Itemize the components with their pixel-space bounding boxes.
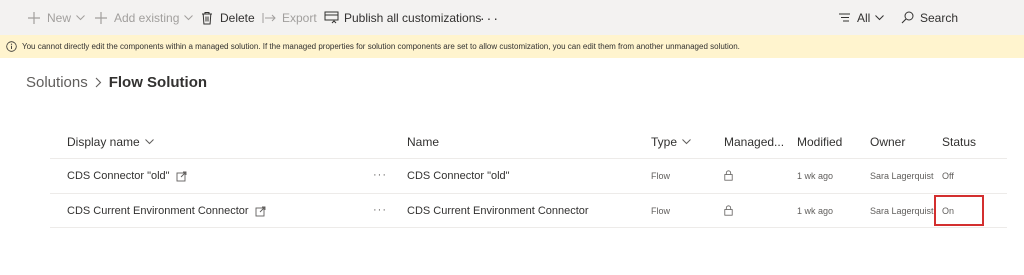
new-button[interactable]: New bbox=[26, 0, 85, 35]
more-commands-button[interactable]: ··· bbox=[480, 0, 500, 35]
row-divider bbox=[50, 227, 1007, 228]
column-header-name[interactable]: Name bbox=[407, 131, 439, 153]
export-arrow-icon bbox=[261, 10, 277, 26]
add-existing-button[interactable]: Add existing bbox=[93, 0, 194, 35]
row-more-button[interactable]: ··· bbox=[373, 204, 387, 216]
display-name-cell[interactable]: CDS Connector "old" bbox=[67, 167, 187, 185]
column-header-status[interactable]: Status bbox=[942, 131, 976, 153]
column-header-managed[interactable]: Managed... bbox=[724, 131, 784, 153]
name-cell: CDS Connector "old" bbox=[407, 170, 510, 182]
header-divider bbox=[50, 158, 1007, 159]
new-button-label: New bbox=[47, 10, 72, 25]
column-header-owner[interactable]: Owner bbox=[870, 131, 905, 153]
column-header-label: Type bbox=[651, 135, 678, 149]
banner-message: You cannot directly edit the components … bbox=[22, 42, 740, 51]
display-name-text: CDS Current Environment Connector bbox=[67, 205, 249, 217]
command-bar: New Add existing Delete Export Publish a… bbox=[0, 0, 1024, 35]
type-cell: Flow bbox=[651, 206, 671, 216]
chevron-down-icon bbox=[875, 14, 885, 21]
chevron-right-icon bbox=[95, 77, 102, 88]
delete-label: Delete bbox=[220, 10, 255, 25]
column-header-label: Name bbox=[407, 135, 440, 149]
column-header-label: Modified bbox=[797, 135, 843, 149]
search-placeholder: Search bbox=[920, 10, 959, 25]
modified-cell: 1 wk ago bbox=[797, 171, 834, 181]
display-name-cell[interactable]: CDS Current Environment Connector bbox=[67, 202, 266, 220]
status-cell: Off bbox=[942, 171, 954, 181]
search-icon bbox=[899, 10, 915, 26]
chevron-down-icon bbox=[682, 139, 691, 145]
column-header-label: Managed... bbox=[724, 135, 785, 149]
view-filter-button[interactable]: All bbox=[836, 0, 885, 35]
export-label: Export bbox=[282, 10, 317, 25]
chevron-down-icon bbox=[184, 14, 194, 21]
publish-label: Publish all customizations bbox=[344, 10, 482, 25]
managed-solution-banner: You cannot directly edit the components … bbox=[0, 35, 1024, 58]
publish-all-button[interactable]: Publish all customizations bbox=[323, 0, 481, 35]
breadcrumb-solutions-link[interactable]: Solutions bbox=[26, 74, 88, 91]
add-existing-label: Add existing bbox=[114, 10, 180, 25]
column-header-label: Status bbox=[942, 135, 977, 149]
view-filter-label: All bbox=[857, 10, 871, 25]
page-title: Flow Solution bbox=[108, 73, 208, 91]
modified-cell: 1 wk ago bbox=[797, 206, 834, 216]
external-link-icon[interactable] bbox=[176, 171, 187, 182]
export-button[interactable]: Export bbox=[261, 0, 317, 35]
breadcrumb: Solutions Flow Solution bbox=[26, 71, 207, 93]
owner-cell: Sara Lagerquist bbox=[870, 171, 934, 181]
plus-icon bbox=[26, 10, 42, 26]
search-box[interactable]: Search bbox=[899, 0, 958, 35]
chevron-down-icon bbox=[76, 14, 85, 21]
type-cell: Flow bbox=[651, 171, 671, 181]
row-divider bbox=[50, 193, 1007, 194]
column-header-modified[interactable]: Modified bbox=[797, 131, 842, 153]
column-header-label: Owner bbox=[870, 135, 906, 149]
external-link-icon[interactable] bbox=[255, 206, 266, 217]
owner-cell: Sara Lagerquist bbox=[870, 206, 934, 216]
name-cell: CDS Current Environment Connector bbox=[407, 205, 589, 217]
filter-lines-icon bbox=[836, 10, 852, 26]
column-header-display-name[interactable]: Display name bbox=[67, 131, 154, 153]
row-more-button[interactable]: ··· bbox=[373, 169, 387, 181]
display-name-text: CDS Connector "old" bbox=[67, 170, 170, 182]
column-header-type[interactable]: Type bbox=[651, 131, 691, 153]
chevron-down-icon bbox=[144, 139, 154, 145]
delete-button[interactable]: Delete bbox=[199, 0, 255, 35]
plus-icon bbox=[93, 10, 109, 26]
column-header-label: Display name bbox=[67, 135, 140, 149]
trash-icon bbox=[199, 10, 215, 26]
lock-icon bbox=[724, 170, 733, 181]
info-icon bbox=[6, 41, 17, 52]
lock-icon bbox=[724, 205, 733, 216]
publish-icon bbox=[323, 10, 339, 26]
status-highlight-box bbox=[934, 195, 984, 226]
